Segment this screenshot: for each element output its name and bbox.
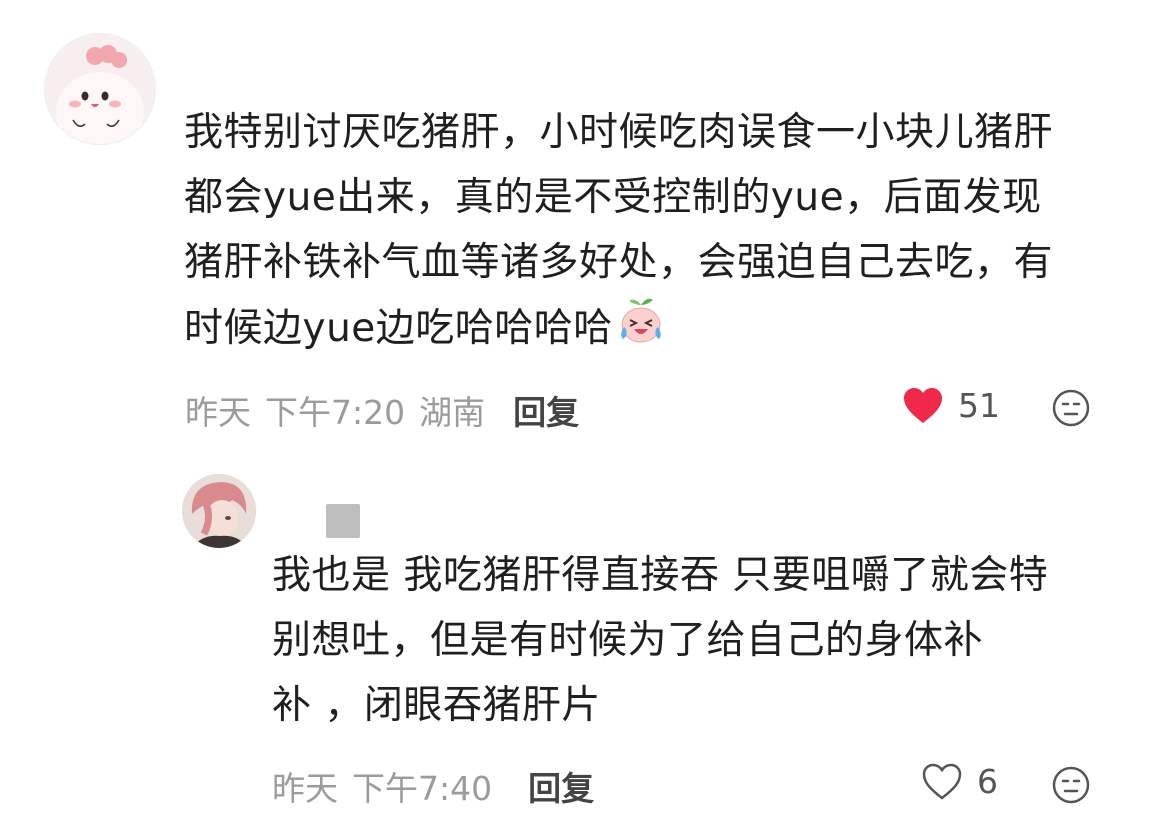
comment-meta: 昨天 下午7:20 湖南 回复 — [185, 386, 579, 434]
like-count: 51 — [958, 386, 1000, 425]
reply-avatar[interactable] — [182, 474, 256, 548]
reply-button[interactable]: 回复 — [513, 393, 579, 432]
comment-location: 湖南 — [419, 393, 486, 432]
anime-avatar-icon — [182, 474, 256, 548]
avatar[interactable] — [44, 33, 156, 145]
like-button[interactable]: 6 — [921, 762, 998, 801]
like-button[interactable]: 51 — [902, 386, 1000, 425]
comment-line-last: 时候边yue边吃哈哈哈哈 — [184, 295, 1134, 361]
comment-time: 下午7:20 — [265, 393, 406, 432]
comment-text: 我特别讨厌吃猪肝，小时候吃肉误食一小块儿猪肝 都会yue出来，真的是不受控制的y… — [184, 100, 1134, 361]
reply-text: 我也是 我吃猪肝得直接吞 只要咀嚼了就会特 别想吐，但是有时候为了给自己的身体补… — [272, 543, 1102, 738]
reply-line: 我也是 我吃猪肝得直接吞 只要咀嚼了就会特 — [272, 553, 1049, 598]
heart-filled-icon — [904, 387, 942, 423]
username-redacted[interactable] — [326, 504, 360, 538]
laughing-crying-emoji-icon — [621, 298, 661, 343]
dislike-face-icon[interactable] — [1051, 765, 1091, 805]
reply-line: 别想吐，但是有时候为了给自己的身体补 — [272, 618, 984, 663]
like-count: 6 — [977, 762, 998, 801]
cartoon-avatar-icon — [45, 34, 155, 144]
comment-thread: 我特别讨厌吃猪肝，小时候吃肉误食一小块儿猪肝 都会yue出来，真的是不受控制的y… — [0, 0, 1156, 820]
heart-outline-icon — [922, 763, 962, 800]
reply-meta: 昨天 下午7:40 回复 — [272, 762, 594, 810]
reply-date: 昨天 — [272, 769, 338, 808]
comment-line: 我特别讨厌吃猪肝，小时候吃肉误食一小块儿猪肝 — [184, 110, 1054, 155]
reply-time: 下午7:40 — [352, 769, 493, 808]
comment-line: 都会yue出来，真的是不受控制的yue，后面发现 — [184, 175, 1042, 220]
reply-button[interactable]: 回复 — [528, 769, 594, 808]
dislike-face-icon[interactable] — [1051, 388, 1091, 428]
comment-line: 时候边yue边吃哈哈哈哈 — [184, 306, 613, 351]
comment-date: 昨天 — [185, 393, 251, 432]
reply-line: 补 ，闭眼吞猪肝片 — [272, 683, 601, 728]
comment-line: 猪肝补铁补气血等诸多好处，会强迫自己去吃，有 — [184, 240, 1054, 285]
